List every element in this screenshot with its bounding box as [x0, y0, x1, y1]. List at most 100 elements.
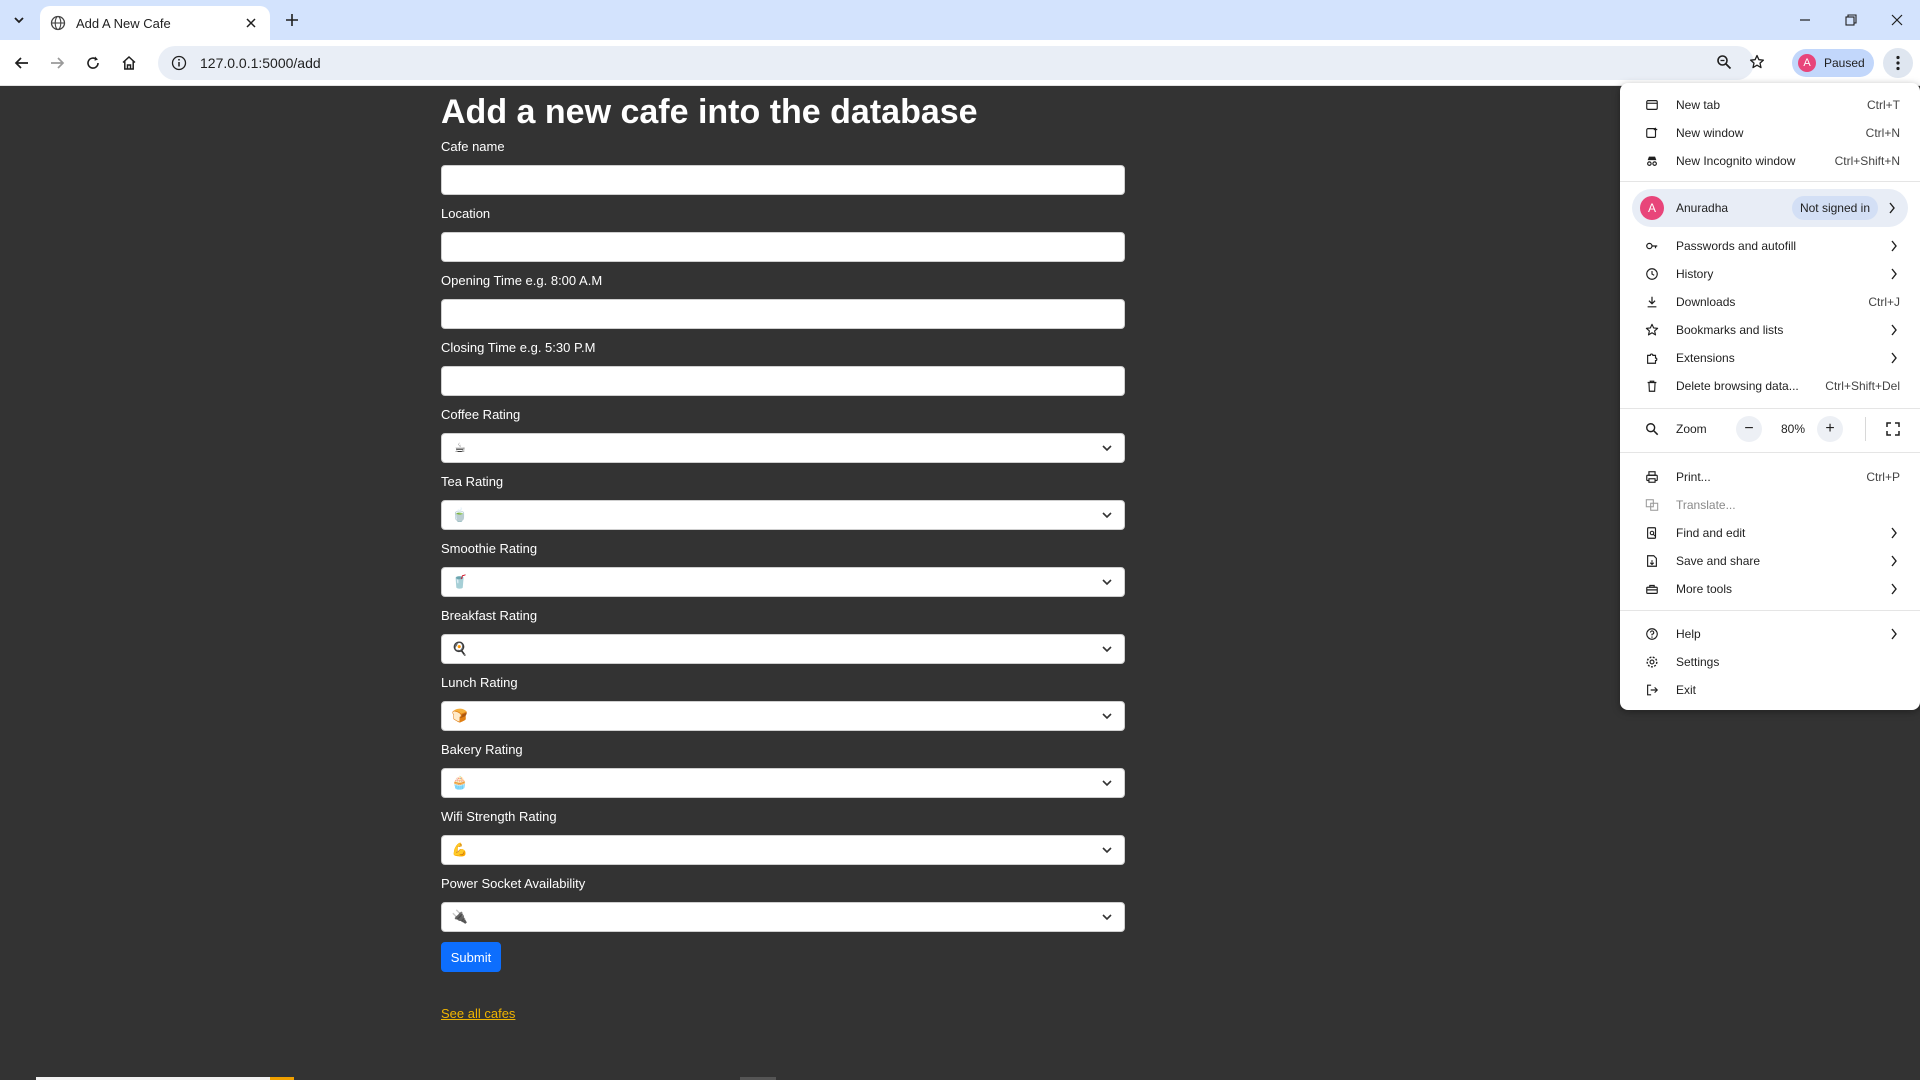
- menu-item-shortcut: Ctrl+J: [1868, 295, 1900, 309]
- toolbox-icon: [1644, 581, 1660, 597]
- rating-select[interactable]: 🥤: [441, 567, 1125, 597]
- form-fields: Cafe name Location Opening Time e.g. 8:00 …: [441, 138, 1125, 932]
- plus-icon: [286, 14, 298, 26]
- zoom-row: Zoom − 80% +: [1620, 413, 1920, 445]
- see-all-cafes-link[interactable]: See all cafes: [441, 1006, 515, 1021]
- menu-item-extensions[interactable]: Extensions: [1620, 344, 1920, 372]
- close-icon: [1891, 14, 1903, 26]
- settings-icon: [1644, 654, 1660, 670]
- download-icon: [1644, 294, 1660, 310]
- menu-item-print[interactable]: Print... Ctrl+P: [1620, 463, 1920, 491]
- menu-item-help[interactable]: Help: [1620, 620, 1920, 648]
- menu-item-label: History: [1676, 267, 1714, 281]
- menu-item-passwords-and-autofill[interactable]: Passwords and autofill: [1620, 232, 1920, 260]
- zoom-out-button[interactable]: −: [1736, 416, 1762, 442]
- zoom-in-button[interactable]: +: [1817, 416, 1843, 442]
- tab-search-button[interactable]: [6, 7, 32, 33]
- fullscreen-button[interactable]: [1880, 416, 1906, 442]
- menu-item-label: Passwords and autofill: [1676, 239, 1797, 253]
- menu-item-exit[interactable]: Exit: [1620, 676, 1920, 704]
- menu-item-history[interactable]: History: [1620, 260, 1920, 288]
- menu-item-label: Settings: [1676, 655, 1720, 669]
- magnifier-icon: [1717, 55, 1732, 70]
- avatar: A: [1640, 196, 1664, 220]
- star-icon: [1644, 322, 1660, 338]
- reload-button[interactable]: [79, 49, 107, 77]
- menu-item-label: Help: [1676, 627, 1701, 641]
- menu-item-more-tools[interactable]: More tools: [1620, 575, 1920, 603]
- text-input[interactable]: [441, 299, 1125, 329]
- menu-item-downloads[interactable]: Downloads Ctrl+J: [1620, 288, 1920, 316]
- menu-item-shortcut: Ctrl+N: [1865, 126, 1900, 140]
- menu-item-label: Save and share: [1676, 554, 1761, 568]
- history-icon: [1644, 266, 1660, 282]
- page-title: Add a new cafe into the database: [441, 93, 978, 131]
- new-tab-button[interactable]: [280, 8, 304, 32]
- rating-select[interactable]: 🔌: [441, 902, 1125, 932]
- field-label: Closing Time e.g. 5:30 P.M: [441, 340, 596, 355]
- profile-chip[interactable]: A Paused: [1792, 49, 1874, 77]
- rating-select[interactable]: ☕: [441, 433, 1125, 463]
- menu-profile-row[interactable]: A Anuradha Not signed in: [1632, 189, 1908, 227]
- chevron-right-icon: [1889, 202, 1895, 214]
- chevron-down-icon: [1102, 780, 1112, 787]
- chrome-menu: A Anuradha Not signed in Zoom − 80% + Ne…: [1620, 83, 1920, 710]
- restore-button[interactable]: [1828, 0, 1874, 40]
- chrome-menu-button[interactable]: [1883, 48, 1913, 78]
- menu-item-label: Find and edit: [1676, 526, 1746, 540]
- menu-item-settings[interactable]: Settings: [1620, 648, 1920, 676]
- back-button[interactable]: [8, 49, 36, 77]
- menu-divider: [1620, 181, 1920, 182]
- text-input[interactable]: [441, 366, 1125, 396]
- rating-select[interactable]: 💪: [441, 835, 1125, 865]
- tab-title: Add A New Cafe: [76, 15, 171, 31]
- menu-item-find-and-edit[interactable]: Find and edit: [1620, 519, 1920, 547]
- chevron-down-icon: [1102, 579, 1112, 586]
- close-window-button[interactable]: [1874, 0, 1920, 40]
- save-icon: [1644, 553, 1660, 569]
- text-input[interactable]: [441, 165, 1125, 195]
- globe-icon: [50, 15, 66, 31]
- tab-close-icon[interactable]: [242, 14, 260, 32]
- flexed-arm-icon: 💪: [451, 842, 469, 857]
- chevron-right-icon: [1891, 628, 1897, 640]
- menu-item-bookmarks-and-lists[interactable]: Bookmarks and lists: [1620, 316, 1920, 344]
- rating-select[interactable]: 🍳: [441, 634, 1125, 664]
- reload-icon: [87, 56, 99, 69]
- print-icon: [1644, 469, 1660, 485]
- menu-item-new-window[interactable]: New window Ctrl+N: [1620, 119, 1920, 147]
- menu-divider: [1620, 452, 1920, 453]
- fullscreen-icon: [1886, 422, 1900, 436]
- lunch-icon: 🍞: [451, 708, 469, 723]
- rating-select[interactable]: 🧁: [441, 768, 1125, 798]
- site-info-icon[interactable]: [170, 54, 188, 72]
- address-bar[interactable]: 127.0.0.1:5000/add: [158, 46, 1754, 80]
- menu-item-new-incognito-window[interactable]: New Incognito window Ctrl+Shift+N: [1620, 147, 1920, 175]
- zoom-value: 80%: [1781, 422, 1806, 436]
- plug-icon: 🔌: [451, 909, 469, 924]
- minimize-button[interactable]: [1782, 0, 1828, 40]
- zoom-indicator-button[interactable]: [1710, 48, 1738, 76]
- menu-item-delete-browsing-data[interactable]: Delete browsing data... Ctrl+Shift+Del: [1620, 372, 1920, 400]
- chevron-down-icon: [1102, 713, 1112, 720]
- field-label: Power Socket Availability: [441, 876, 586, 891]
- text-input[interactable]: [441, 232, 1125, 262]
- forward-button[interactable]: [43, 49, 71, 77]
- new-window-icon: [1644, 125, 1660, 141]
- star-outline-icon: [1749, 54, 1765, 69]
- chevron-right-icon: [1891, 583, 1897, 595]
- submit-button[interactable]: Submit: [441, 942, 501, 972]
- home-button[interactable]: [115, 49, 143, 77]
- menu-item-save-and-share[interactable]: Save and share: [1620, 547, 1920, 575]
- menu-item-label: More tools: [1676, 582, 1733, 596]
- menu-item-translate[interactable]: Translate...: [1620, 491, 1920, 519]
- menu-item-new-tab[interactable]: New tab Ctrl+T: [1620, 91, 1920, 119]
- zoom-divider: [1865, 417, 1866, 441]
- bookmark-star-button[interactable]: [1743, 48, 1771, 76]
- rating-select[interactable]: 🍞: [441, 701, 1125, 731]
- field-label: Coffee Rating: [441, 407, 521, 422]
- rating-select[interactable]: 🍵: [441, 500, 1125, 530]
- tab-active[interactable]: Add A New Cafe: [40, 6, 270, 40]
- chevron-down-icon: [1102, 512, 1112, 519]
- url-text: 127.0.0.1:5000/add: [200, 55, 321, 71]
